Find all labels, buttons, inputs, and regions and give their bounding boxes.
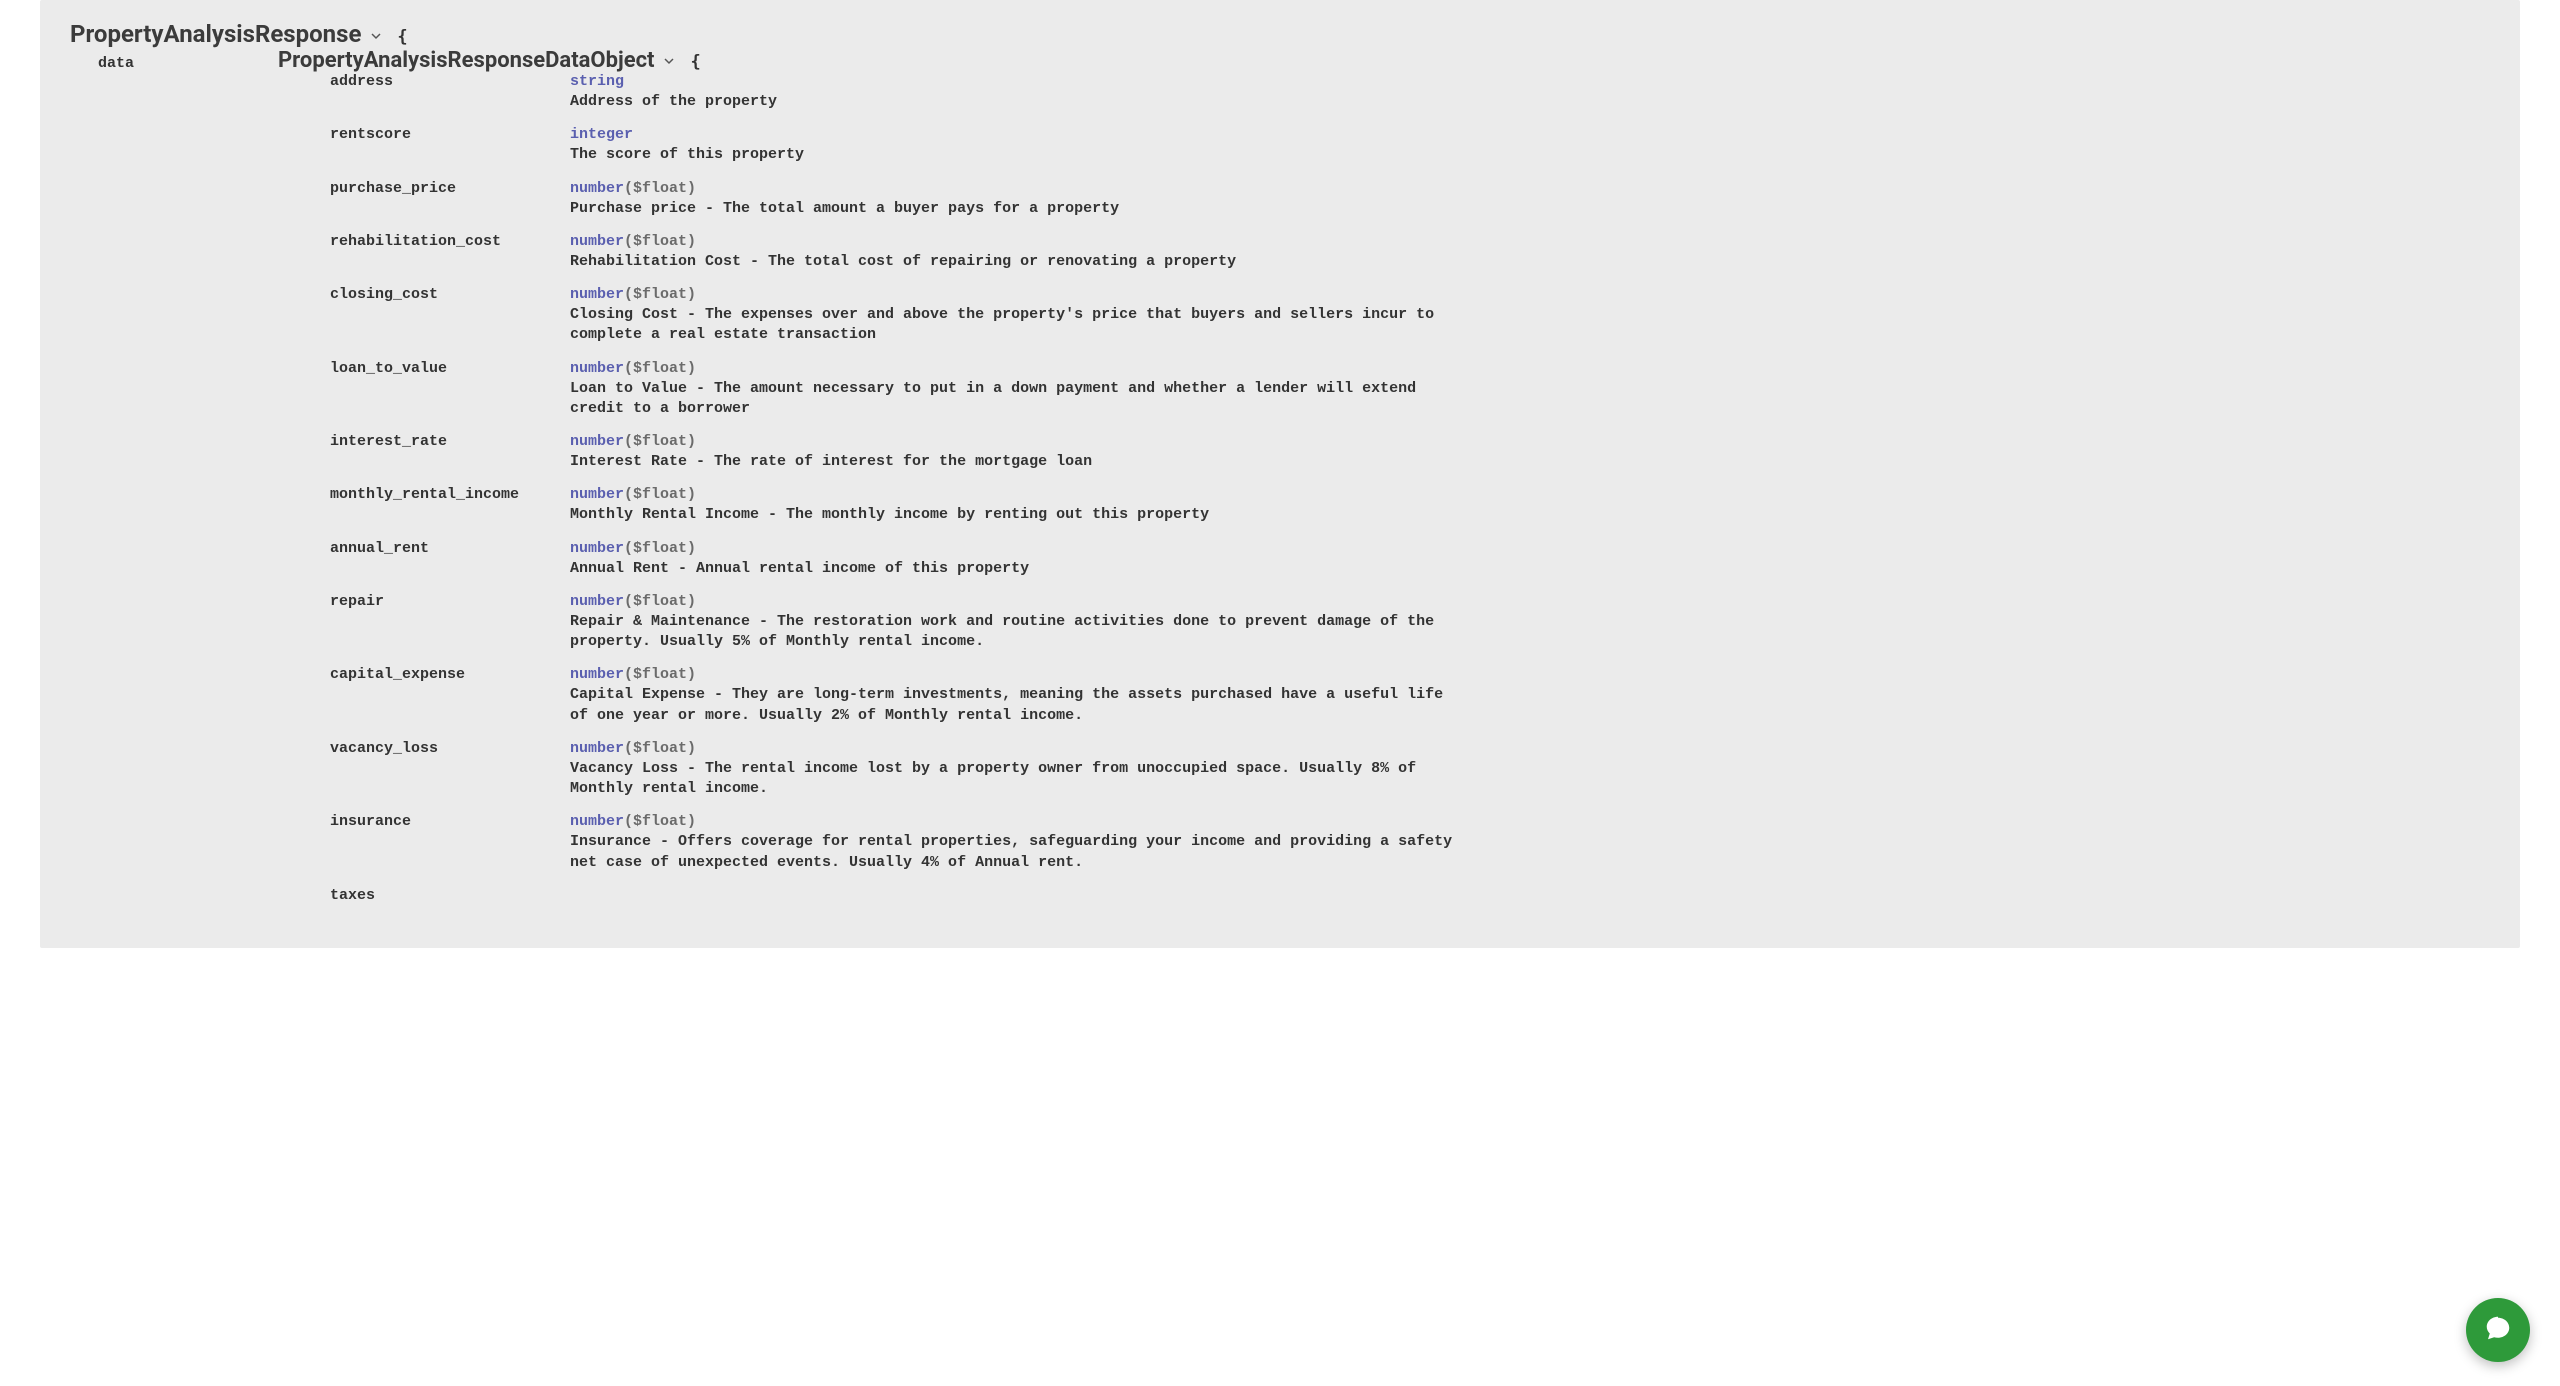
property-name: purchase_price	[330, 180, 570, 197]
property-row: annual_rentnumber($float)	[330, 540, 2490, 557]
property-block: insurancenumber($float) Insurance - Offer…	[330, 813, 2490, 873]
property-description: Closing Cost - The expenses over and abo…	[570, 305, 1470, 346]
property-type: number($float)	[570, 180, 696, 197]
property-type: number($float)	[570, 233, 696, 250]
property-block: annual_rentnumber($float) Annual Rent - A…	[330, 540, 2490, 579]
property-description: Annual Rent - Annual rental income of th…	[570, 559, 1470, 579]
property-description: Capital Expense - They are long-term inv…	[570, 685, 1470, 726]
property-name: address	[330, 73, 570, 90]
property-name: insurance	[330, 813, 570, 830]
property-description: Interest Rate - The rate of interest for…	[570, 452, 1470, 472]
data-key-row: data PropertyAnalysisResponseDataObject …	[98, 48, 2490, 73]
data-key-label: data	[98, 55, 278, 72]
chat-icon	[2483, 1313, 2513, 1348]
nested-model-name: PropertyAnalysisResponseDataObject	[278, 48, 654, 73]
nested-open-brace: {	[690, 52, 700, 72]
property-description: The score of this property	[570, 145, 1470, 165]
property-description: Loan to Value - The amount necessary to …	[570, 379, 1470, 420]
property-description: Purchase price - The total amount a buye…	[570, 199, 1470, 219]
property-type: number($float)	[570, 360, 696, 377]
property-row: addressstring	[330, 73, 2490, 90]
property-type: number($float)	[570, 813, 696, 830]
property-block: closing_costnumber($float) Closing Cost -…	[330, 286, 2490, 346]
property-row: loan_to_valuenumber($float)	[330, 360, 2490, 377]
property-row: rentscoreinteger	[330, 126, 2490, 143]
property-name: capital_expense	[330, 666, 570, 683]
root-model-header: PropertyAnalysisResponse {	[70, 20, 2490, 48]
chevron-down-icon[interactable]	[367, 27, 385, 45]
property-name: vacancy_loss	[330, 740, 570, 757]
property-type: number($float)	[570, 740, 696, 757]
property-name: closing_cost	[330, 286, 570, 303]
property-name: repair	[330, 593, 570, 610]
property-name: monthly_rental_income	[330, 486, 570, 503]
property-type: number($float)	[570, 666, 696, 683]
property-block: capital_expensenumber($float) Capital Exp…	[330, 666, 2490, 726]
property-row: repairnumber($float)	[330, 593, 2490, 610]
property-block: monthly_rental_incomenumber($float) Month…	[330, 486, 2490, 525]
property-row: interest_ratenumber($float)	[330, 433, 2490, 450]
property-name: taxes	[330, 887, 570, 904]
property-row: vacancy_lossnumber($float)	[330, 740, 2490, 757]
property-block: rehabilitation_costnumber($float) Rehabil…	[330, 233, 2490, 272]
property-description: Monthly Rental Income - The monthly inco…	[570, 505, 1470, 525]
property-block: addressstring Address of the property	[330, 73, 2490, 112]
chat-fab[interactable]	[2466, 1298, 2530, 1362]
property-row: monthly_rental_incomenumber($float)	[330, 486, 2490, 503]
property-description: Repair & Maintenance - The restoration w…	[570, 612, 1470, 653]
property-row: closing_costnumber($float)	[330, 286, 2490, 303]
property-description: Insurance - Offers coverage for rental p…	[570, 832, 1470, 873]
property-block: repairnumber($float) Repair & Maintenance…	[330, 593, 2490, 653]
property-block: vacancy_lossnumber($float) Vacancy Loss -…	[330, 740, 2490, 800]
property-name: annual_rent	[330, 540, 570, 557]
property-name: interest_rate	[330, 433, 570, 450]
property-block: interest_ratenumber($float) Interest Rate…	[330, 433, 2490, 472]
property-type: string	[570, 73, 624, 90]
property-block: loan_to_valuenumber($float) Loan to Value…	[330, 360, 2490, 420]
property-block: taxes	[330, 887, 2490, 904]
open-brace: {	[397, 27, 407, 47]
property-row: purchase_pricenumber($float)	[330, 180, 2490, 197]
property-row: capital_expensenumber($float)	[330, 666, 2490, 683]
root-model-name: PropertyAnalysisResponse	[70, 20, 361, 48]
property-type: number($float)	[570, 433, 696, 450]
property-row: insurancenumber($float)	[330, 813, 2490, 830]
property-type: integer	[570, 126, 633, 143]
property-description: Address of the property	[570, 92, 1470, 112]
property-block: rentscoreinteger The score of this proper…	[330, 126, 2490, 165]
schema-panel: PropertyAnalysisResponse { data Property…	[40, 0, 2520, 948]
chevron-down-icon[interactable]	[660, 52, 678, 70]
property-description: Vacancy Loss - The rental income lost by…	[570, 759, 1470, 800]
property-description: Rehabilitation Cost - The total cost of …	[570, 252, 1470, 272]
property-name: rentscore	[330, 126, 570, 143]
property-type: number($float)	[570, 486, 696, 503]
property-block: purchase_pricenumber($float) Purchase pri…	[330, 180, 2490, 219]
property-name: loan_to_value	[330, 360, 570, 377]
property-type: number($float)	[570, 540, 696, 557]
property-type: number($float)	[570, 286, 696, 303]
property-row: rehabilitation_costnumber($float)	[330, 233, 2490, 250]
property-type: number($float)	[570, 593, 696, 610]
property-name: rehabilitation_cost	[330, 233, 570, 250]
property-row: taxes	[330, 887, 2490, 904]
